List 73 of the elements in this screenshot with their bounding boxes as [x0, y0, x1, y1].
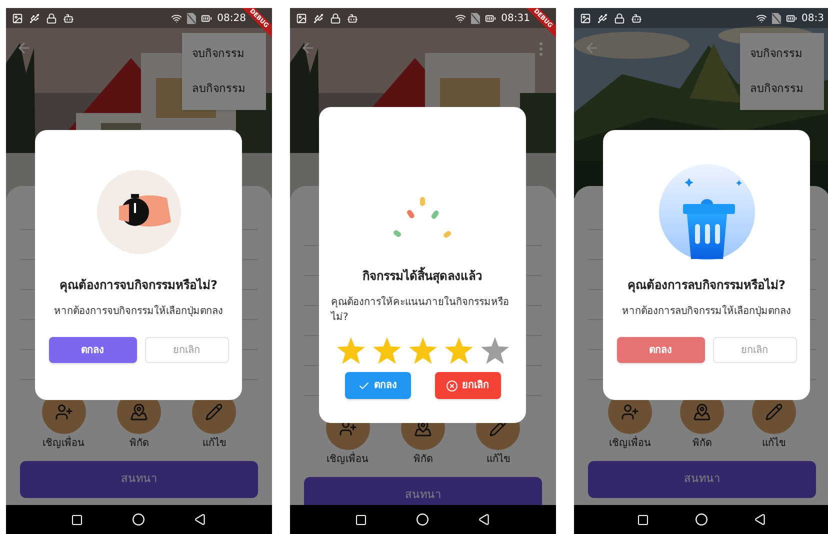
star-rating[interactable] [336, 337, 508, 364]
dialog-message: คุณต้องการให้คะแนนภายในกิจกรรมหรือไม่? [331, 295, 510, 325]
ok-button[interactable]: ตกลง [616, 337, 704, 363]
battery-icon [201, 12, 212, 24]
star-icon[interactable] [408, 337, 436, 364]
action-label: พิกัด [692, 437, 712, 451]
action-label: แก้ไข [202, 436, 226, 451]
recents-icon[interactable] [70, 514, 83, 526]
star-icon[interactable] [480, 337, 508, 364]
pencil-icon [765, 403, 783, 421]
recents-icon[interactable] [354, 514, 367, 526]
cancel-button[interactable]: ยกเลิก [434, 372, 500, 399]
dialog-title: คุณต้องการจบกิจกรรมหรือไม่? [60, 276, 218, 294]
ok-button[interactable]: ตกลง [48, 337, 136, 363]
battery-icon [786, 12, 797, 24]
usb-icon [313, 12, 324, 24]
add-person-icon [54, 403, 73, 421]
action-label: เชิญเพื่อน [42, 436, 85, 451]
action-label: แก้ไข [762, 436, 786, 451]
chat-button[interactable]: สนทนา [20, 461, 258, 498]
ok-button[interactable]: ตกลง [344, 372, 410, 399]
dialog-message: หากต้องการลบกิจกรรมให้เลือกปุ่มตกลง [622, 304, 791, 319]
wifi-icon [756, 12, 767, 24]
star-icon[interactable] [444, 337, 472, 364]
battery-icon [485, 12, 496, 24]
map-pin-icon [693, 403, 711, 421]
dialog-title: คุณต้องการลบกิจกรรมหรือไม่? [628, 276, 786, 294]
dialog-message: หากต้องการจบกิจกรรมให้เลือกปุ่มตกลง [54, 304, 223, 319]
action-label: เชิญเพื่อน [326, 452, 369, 467]
cancel-button[interactable]: ยกเลิก [712, 337, 796, 363]
back-icon[interactable] [478, 513, 492, 526]
action-label: แก้ไข [486, 452, 510, 467]
menu-item[interactable]: ลบกิจกรรม [182, 72, 266, 106]
action-label: พิกัด [129, 437, 148, 451]
recents-icon[interactable] [637, 514, 649, 526]
menu-item[interactable]: ลบกิจกรรม [740, 72, 824, 106]
chat-button[interactable]: สนทนา [304, 477, 542, 505]
home-icon[interactable] [132, 513, 145, 526]
image-icon [12, 12, 23, 24]
home-icon[interactable] [695, 513, 708, 526]
image-icon [296, 12, 307, 24]
usb-icon [29, 12, 40, 24]
image-icon [580, 12, 591, 24]
wifi-icon [171, 12, 182, 24]
action-label: เชิญเพื่อน [609, 436, 651, 451]
action-label: พิกัด [413, 453, 432, 467]
dialog-title: กิจกรรมได้สิ้นสุดลงแล้ว [362, 267, 482, 285]
star-icon[interactable] [372, 337, 400, 364]
back-icon[interactable] [754, 513, 767, 526]
back-arrow-icon[interactable] [300, 40, 316, 56]
robot-icon [347, 12, 358, 24]
chat-button[interactable]: สนทนา [588, 461, 816, 498]
status-time: 08:3 [802, 12, 824, 26]
home-icon[interactable] [416, 513, 429, 526]
usb-icon [597, 12, 608, 24]
menu-item[interactable]: จบกิจกรรม [182, 37, 266, 72]
robot-icon [63, 12, 74, 24]
star-icon[interactable] [336, 337, 364, 364]
pencil-icon [205, 403, 224, 421]
menu-item[interactable]: จบกิจกรรม [740, 37, 824, 72]
check-icon [358, 380, 370, 392]
add-person-icon [621, 403, 639, 421]
robot-icon [631, 12, 642, 24]
close-icon [446, 380, 458, 392]
lock-icon [614, 12, 625, 24]
map-pin-icon [130, 403, 148, 421]
lock-icon [46, 12, 57, 24]
status-time: 08:28 [217, 12, 246, 26]
back-icon[interactable] [194, 513, 208, 526]
cancel-button[interactable]: ยกเลิก [144, 337, 228, 363]
wifi-icon [455, 12, 466, 24]
status-time: 08:31 [501, 12, 530, 26]
lock-icon [330, 12, 341, 24]
